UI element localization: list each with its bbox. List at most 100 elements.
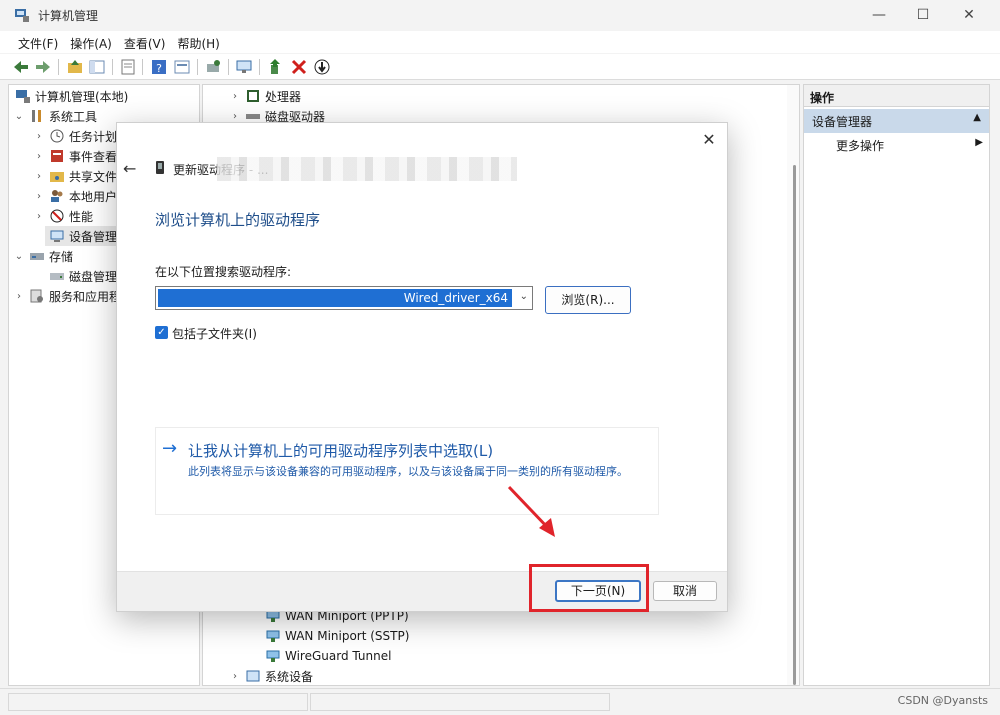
- tree-item-shared-folders[interactable]: › 共享文件: [33, 166, 117, 186]
- chevron-down-icon[interactable]: ⌄: [13, 111, 25, 122]
- actions-section-device-manager[interactable]: 设备管理器 ▲: [804, 109, 989, 133]
- menu-help[interactable]: 帮助(H): [171, 31, 225, 53]
- device-label: 系统设备: [265, 669, 314, 684]
- uninstall-icon[interactable]: [290, 58, 308, 76]
- menu-bar: 文件(F) 操作(A) 查看(V) 帮助(H): [0, 31, 1000, 53]
- collapse-up-icon[interactable]: ▲: [973, 112, 981, 123]
- storage-icon: [29, 248, 45, 264]
- tree-label: 服务和应用程: [49, 289, 122, 304]
- menu-file[interactable]: 文件(F): [12, 31, 64, 53]
- tree-item-task-scheduler[interactable]: › 任务计划: [33, 126, 117, 146]
- tree-label: 磁盘管理: [69, 269, 118, 284]
- device-label: WireGuard Tunnel: [285, 649, 392, 663]
- tree-label: 性能: [69, 209, 94, 224]
- close-window-button[interactable]: ✕: [946, 0, 992, 30]
- computer-management-icon: [14, 7, 30, 23]
- network-adapter-item[interactable]: WireGuard Tunnel: [261, 646, 391, 666]
- menu-view[interactable]: 查看(V): [118, 31, 172, 53]
- submenu-arrow-icon: ▶: [975, 137, 983, 148]
- device-label: 处理器: [265, 89, 302, 104]
- update-driver-icon[interactable]: [267, 58, 285, 76]
- chevron-right-icon[interactable]: ›: [13, 291, 25, 302]
- device-label: WAN Miniport (SSTP): [285, 629, 410, 643]
- network-adapter-icon: [265, 628, 281, 644]
- tree-item-event-viewer[interactable]: › 事件查看: [33, 146, 117, 166]
- clock-icon: [49, 128, 65, 144]
- monitor-icon[interactable]: [235, 58, 253, 76]
- help-icon[interactable]: ?: [150, 58, 168, 76]
- tree-item-performance[interactable]: › 性能: [33, 206, 93, 226]
- actions-pane: 操作 设备管理器 ▲ 更多操作 ▶: [803, 84, 990, 686]
- tree-label: 任务计划: [69, 129, 118, 144]
- tree-item-services-apps[interactable]: › 服务和应用程: [13, 286, 121, 306]
- status-cell: [8, 693, 308, 711]
- show-tree-icon[interactable]: [88, 58, 106, 76]
- view-icon[interactable]: [173, 58, 191, 76]
- chevron-right-icon[interactable]: ›: [229, 91, 241, 102]
- menu-action[interactable]: 操作(A): [64, 31, 118, 53]
- title-bar: 计算机管理 — ☐ ✕: [0, 0, 1000, 30]
- maximize-button[interactable]: ☐: [900, 0, 946, 30]
- maximize-icon: ☐: [916, 7, 930, 23]
- tree-label: 本地用户: [69, 189, 118, 204]
- scrollbar-thumb[interactable]: [793, 165, 796, 685]
- svg-text:?: ?: [156, 62, 162, 75]
- disable-device-icon[interactable]: [313, 58, 331, 76]
- computer-management-icon: [15, 88, 31, 104]
- tools-icon: [29, 108, 45, 124]
- forward-arrow-icon[interactable]: [34, 58, 52, 76]
- device-category-system-devices[interactable]: › 系统设备: [229, 666, 314, 685]
- network-adapter-icon: [265, 648, 281, 664]
- more-actions-label: 更多操作: [836, 139, 885, 153]
- chevron-right-icon[interactable]: ›: [33, 171, 45, 182]
- tree-label: 事件查看: [69, 149, 118, 164]
- tree-label: 设备管理: [69, 229, 118, 244]
- disk-icon: [49, 268, 65, 284]
- watermark: CSDN @Dyansts: [897, 694, 988, 707]
- chevron-right-icon[interactable]: ›: [33, 191, 45, 202]
- system-devices-icon: [245, 668, 261, 684]
- more-actions-item[interactable]: 更多操作 ▶: [804, 133, 989, 155]
- tree-item-disk-management[interactable]: 磁盘管理: [45, 266, 117, 286]
- toolbar: ?: [0, 54, 1000, 80]
- vertical-scrollbar[interactable]: [787, 85, 799, 685]
- device-manager-icon: [49, 228, 65, 244]
- shared-folder-icon: [49, 168, 65, 184]
- tree-item-root[interactable]: 计算机管理(本地): [11, 86, 128, 106]
- close-icon: ✕: [963, 7, 975, 23]
- minimize-icon: —: [872, 7, 886, 23]
- scan-hardware-icon[interactable]: [204, 58, 222, 76]
- chevron-right-icon[interactable]: ›: [33, 211, 45, 222]
- cancel-button[interactable]: 取消: [653, 581, 717, 601]
- services-icon: [29, 288, 45, 304]
- actions-header: 操作: [804, 85, 989, 107]
- device-category-processor[interactable]: › 处理器: [229, 86, 301, 106]
- status-cell: [310, 693, 610, 711]
- chevron-right-icon[interactable]: ›: [229, 671, 241, 682]
- annotation-arrow: [507, 485, 555, 537]
- processor-icon: [245, 88, 261, 104]
- actions-section-label: 设备管理器: [812, 115, 873, 129]
- tree-label: 系统工具: [49, 109, 98, 124]
- update-driver-dialog: ✕ ← 更新驱动程序 - ... 浏览计算机上的驱动程序 在以下位置搜索驱动程序…: [116, 122, 728, 612]
- tree-label: 共享文件: [69, 169, 118, 184]
- network-adapter-item[interactable]: WAN Miniport (SSTP): [261, 626, 409, 646]
- tree-item-storage[interactable]: ⌄ 存储: [13, 246, 73, 266]
- window-title: 计算机管理: [38, 9, 99, 23]
- event-viewer-icon: [49, 148, 65, 164]
- tree-item-local-users[interactable]: › 本地用户: [33, 186, 117, 206]
- users-icon: [49, 188, 65, 204]
- performance-icon: [49, 208, 65, 224]
- properties-icon[interactable]: [119, 58, 137, 76]
- chevron-right-icon[interactable]: ›: [229, 111, 241, 122]
- tree-item-system-tools[interactable]: ⌄ 系统工具: [13, 106, 97, 126]
- chevron-right-icon[interactable]: ›: [33, 151, 45, 162]
- chevron-down-icon[interactable]: ⌄: [13, 251, 25, 262]
- highlight-box: [529, 564, 649, 612]
- up-folder-icon[interactable]: [66, 58, 84, 76]
- minimize-button[interactable]: —: [856, 0, 902, 30]
- tree-label: 计算机管理(本地): [35, 89, 129, 104]
- back-arrow-icon[interactable]: [12, 58, 30, 76]
- chevron-right-icon[interactable]: ›: [33, 131, 45, 142]
- tree-label: 存储: [49, 249, 74, 264]
